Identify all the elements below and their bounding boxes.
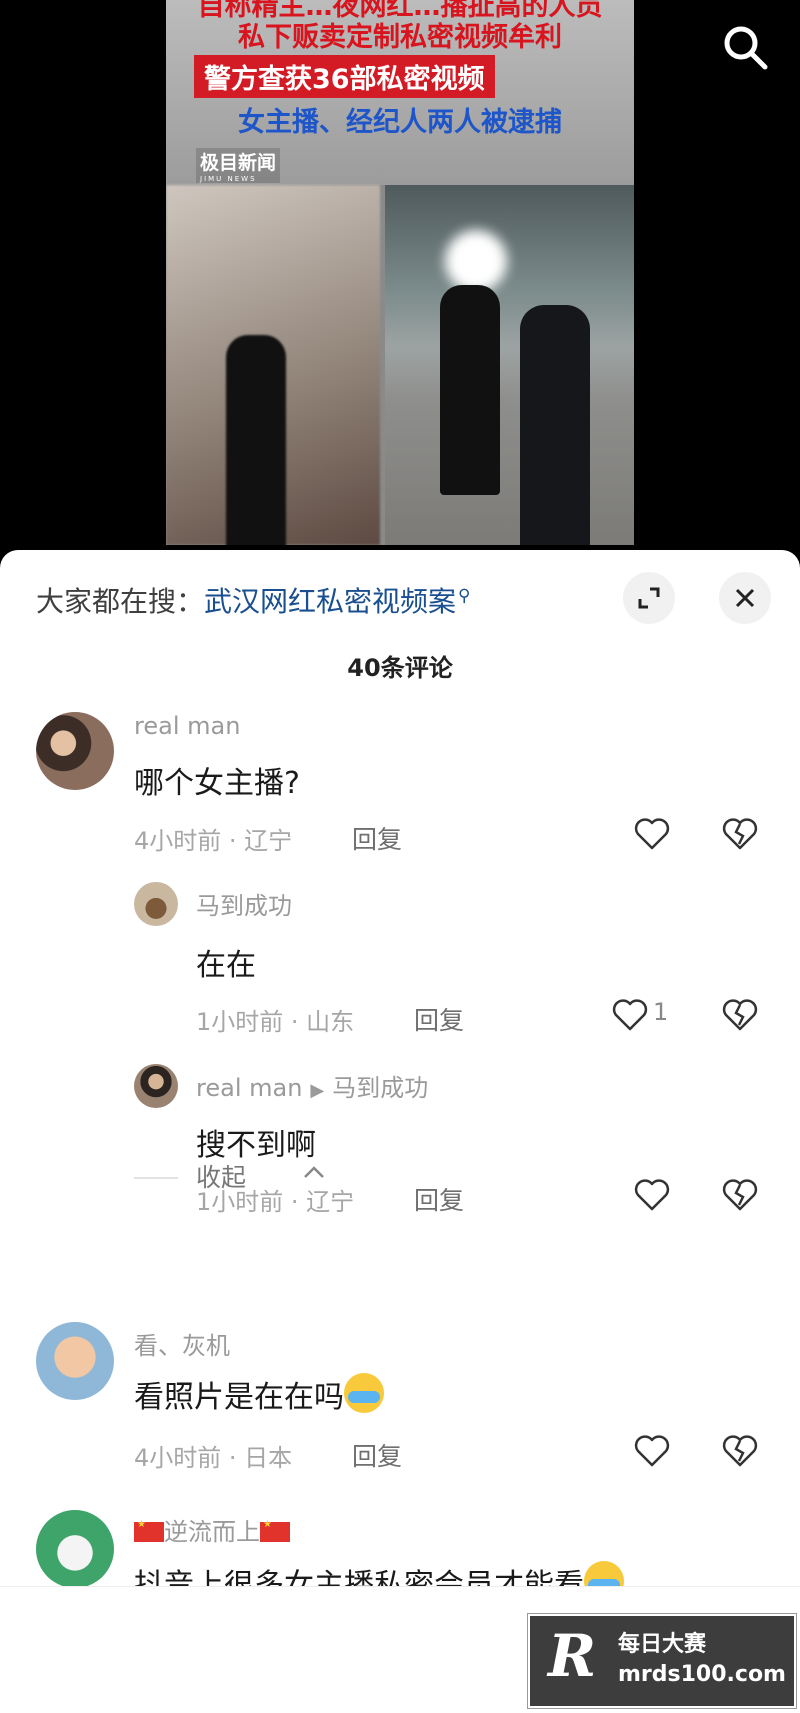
comment-item: 逆流而上 抖音上很多女主播私密会员才能看 [0,1508,800,1586]
reply-item: 马到成功 在在 1小时前 · 山东 回复 1 [0,880,800,1040]
trending-query[interactable]: 武汉网红私密视频案 [204,585,456,618]
comment-text: 在在 [196,948,256,983]
news-banner: 自称精主…夜网红…播扯高的人员 私下贩卖定制私密视频牟利 警方查获36部私密视频… [166,0,634,185]
video-photo-left [166,185,380,545]
headline-4: 女主播、经纪人两人被逮捕 [238,107,562,138]
broken-heart-icon[interactable] [720,814,760,854]
watermark-cn: 每日大赛 [618,1632,707,1657]
figure-person-left [440,285,500,495]
broken-heart-icon[interactable] [720,995,760,1035]
china-flag-icon [260,1519,290,1542]
avatar[interactable] [36,1322,114,1400]
reply-button[interactable]: 回复 [352,820,402,856]
like-count: 1 [653,998,669,1026]
reply-button[interactable]: 回复 [414,1001,464,1037]
expand-icon [638,587,660,609]
blurred-face [445,230,507,292]
divider [134,1177,178,1179]
comment-item: 看、灰机 看照片是在在吗 4小时前 · 日本 回复 [0,1318,800,1478]
heart-icon[interactable] [632,1431,672,1471]
comment-text-line: 看照片是在在吗 [134,1372,384,1416]
collapse-label: 收起 [196,1163,247,1192]
figure-person-right [520,305,590,545]
watermark-letter: R [548,1622,597,1690]
laughing-tears-emoji [584,1561,624,1586]
video-photo-right [385,185,634,545]
avatar[interactable] [36,712,114,790]
comment-count: 40条评论 [347,654,453,682]
reply-to-author[interactable]: 马到成功 [332,1074,428,1102]
reply-arrow-icon: ▶ [310,1080,325,1101]
comment-text: 看照片是在在吗 [134,1380,344,1415]
video-player[interactable]: 自称精主…夜网红…播扯高的人员 私下贩卖定制私密视频牟利 警方查获36部私密视频… [0,0,800,555]
comment-item: real man 哪个女主播? 4小时前 · 辽宁 回复 [0,700,800,860]
trending-search[interactable]: 大家都在搜：武汉网红私密视频案 ⚲ [36,580,470,620]
avatar[interactable] [134,882,178,926]
headline-3: 警方查获36部私密视频 [194,55,495,98]
news-logo-cn: 极目新闻 [200,152,277,174]
video-frame: 自称精主…夜网红…播扯高的人员 私下贩卖定制私密视频牟利 警方查获36部私密视频… [166,0,634,545]
watermark-logo: R 每日大赛 mrds100.com [527,1613,797,1709]
broken-heart-icon[interactable] [720,1431,760,1471]
expand-button[interactable] [623,572,675,624]
reply-item: real man ▶ 马到成功 搜不到啊 1小时前 · 辽宁 回复 [0,1062,800,1222]
avatar[interactable] [134,1064,178,1108]
heart-icon[interactable] [610,995,650,1035]
comment-meta: 4小时前 · 辽宁 [134,827,293,855]
comment-text: 哪个女主播? [134,766,300,801]
close-icon [735,588,755,608]
collapse-replies-button[interactable]: 收起 [134,1158,434,1198]
laughing-tears-emoji [344,1373,384,1413]
heart-icon[interactable] [632,1175,672,1215]
figure-woman [226,335,286,545]
comment-author[interactable]: real man [134,712,240,740]
comment-author[interactable]: 逆流而上 [164,1518,260,1546]
comment-author[interactable]: 看、灰机 [134,1326,230,1361]
broken-heart-icon[interactable] [720,1175,760,1215]
comment-author-line: real man ▶ 马到成功 [196,1068,428,1103]
comment-text-line: 抖音上很多女主播私密会员才能看 [134,1560,624,1586]
china-flag-icon [134,1519,164,1542]
comment-author[interactable]: 马到成功 [196,886,292,921]
heart-icon[interactable] [632,814,672,854]
reply-button[interactable]: 回复 [352,1437,402,1473]
comment-text: 抖音上很多女主播私密会员才能看 [134,1568,584,1586]
comment-meta: 1小时前 · 山东 [196,1008,355,1036]
magnifier-icon: ⚲ [458,585,471,606]
news-logo-en: JIMU NEWS [200,175,257,183]
comment-meta: 4小时前 · 日本 [134,1444,293,1472]
comment-author[interactable]: real man [196,1074,302,1102]
trending-prefix: 大家都在搜： [36,585,205,618]
close-button[interactable] [719,572,771,624]
news-logo: 极目新闻 JIMU NEWS [196,148,281,183]
search-icon[interactable] [720,22,770,72]
headline-2: 私下贩卖定制私密视频牟利 [238,22,562,53]
comment-author-line: 逆流而上 [134,1512,290,1547]
watermark-url: mrds100.com [618,1662,786,1687]
avatar[interactable] [36,1510,114,1586]
chevron-up-icon [304,1166,324,1178]
